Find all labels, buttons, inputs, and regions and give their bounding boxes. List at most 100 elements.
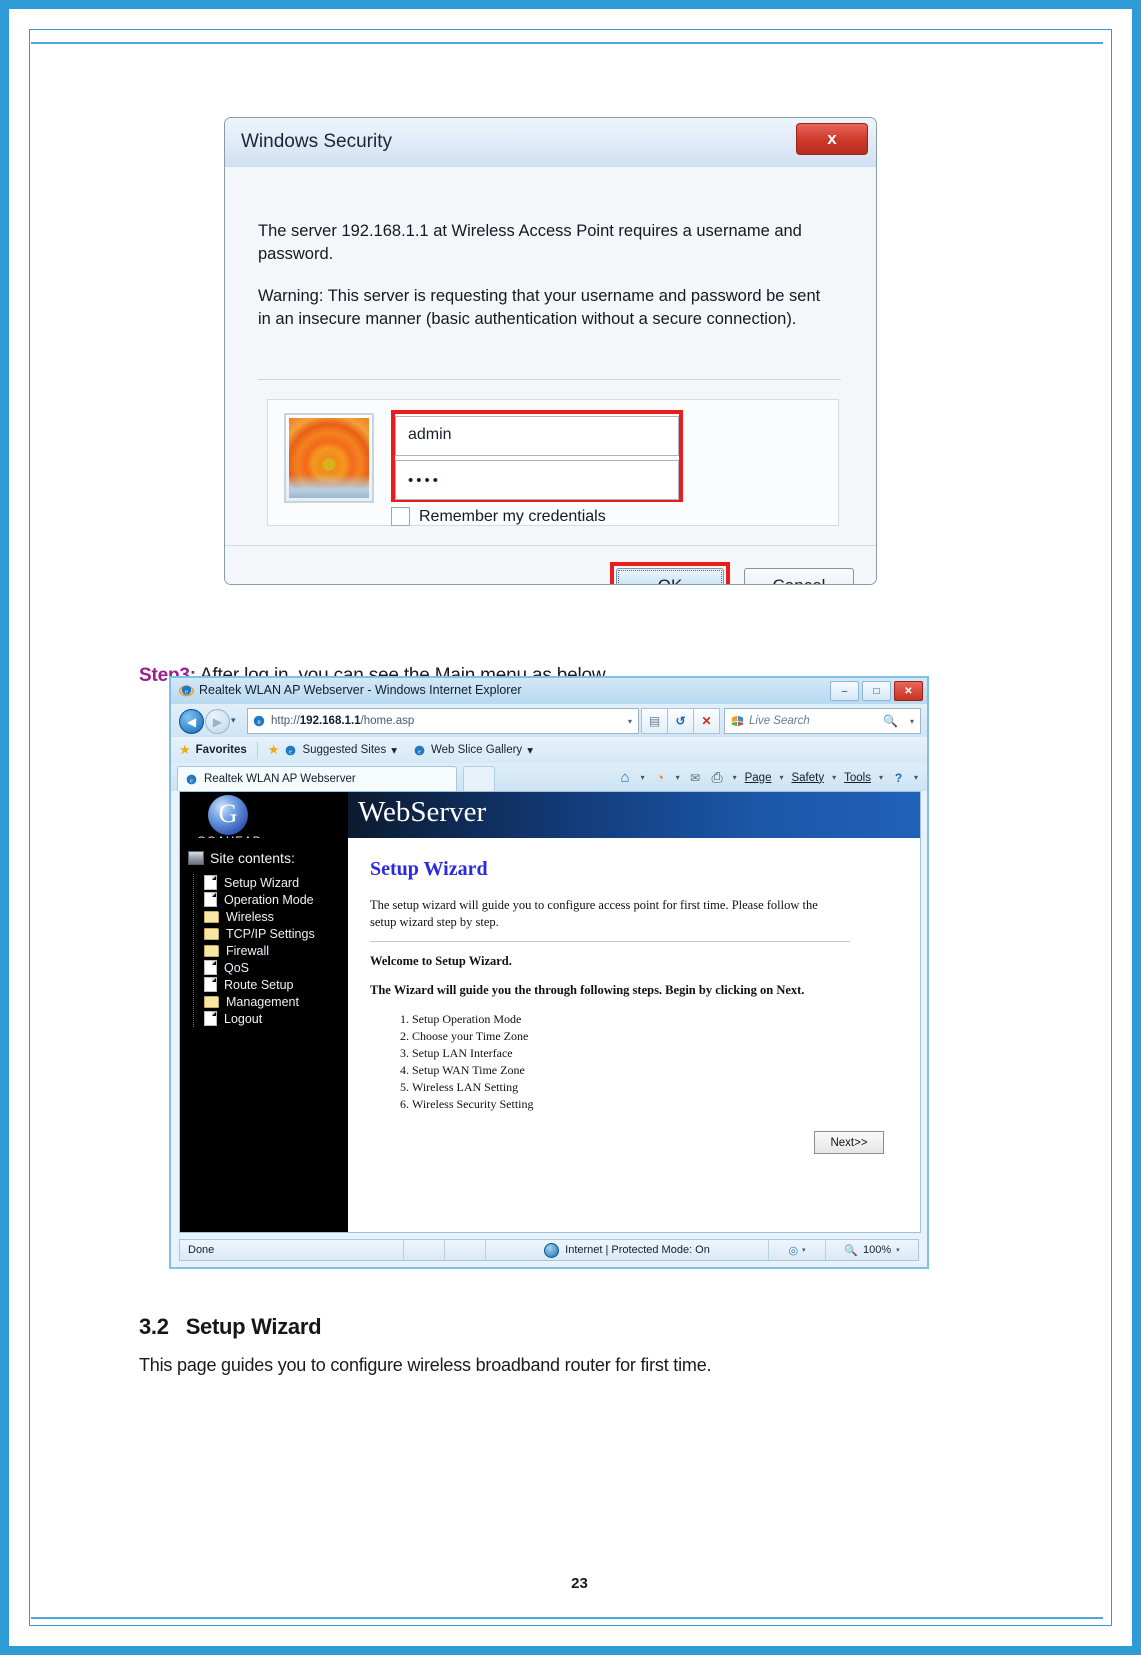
maximize-icon[interactable]: □	[862, 681, 891, 701]
list-item: Setup LAN Interface	[412, 1046, 898, 1061]
user-avatar-icon	[284, 413, 374, 503]
sidebar-item-management[interactable]: Management	[204, 993, 348, 1010]
ok-button[interactable]: OK	[616, 568, 724, 584]
ie-small-icon: e	[414, 745, 425, 755]
chevron-down-icon[interactable]: ▾	[391, 743, 397, 757]
svg-text:e: e	[190, 777, 193, 784]
close-icon[interactable]: ✕	[894, 681, 923, 701]
page-chevron-down-icon[interactable]: ▾	[776, 773, 786, 782]
browser-navigation-bar: ◀ ▶ ▾ e http://192.168.1.1/home.asp ▾ ▤ …	[171, 704, 927, 737]
stop-icon[interactable]: ✕	[693, 708, 720, 734]
suggested-sites-button[interactable]: ★ e Suggested Sites ▾	[260, 742, 405, 758]
sidebar-item-route-setup[interactable]: Route Setup	[204, 976, 348, 993]
protected-mode-indicator[interactable]: ◎ ▾	[769, 1244, 825, 1257]
shield-icon: ◎	[788, 1244, 799, 1257]
chevron-down-icon[interactable]: ▾	[896, 1246, 900, 1254]
sidebar-item-label: Management	[226, 994, 299, 1009]
sidebar-item-logout[interactable]: Logout	[204, 1010, 348, 1027]
sidebar-tree: Setup Wizard Operation Mode Wireless TCP…	[193, 874, 348, 1027]
feeds-chevron-down-icon[interactable]: ▾	[673, 773, 683, 782]
chevron-down-icon[interactable]: ▾	[527, 743, 533, 757]
back-icon[interactable]: ◀	[179, 709, 204, 734]
sidebar-item-label: Logout	[224, 1011, 263, 1026]
search-icon[interactable]: 🔍	[883, 714, 898, 728]
help-chevron-down-icon[interactable]: ▾	[911, 773, 921, 782]
dialog-message-line2: Warning: This server is requesting that …	[258, 286, 821, 329]
safety-chevron-down-icon[interactable]: ▾	[829, 773, 839, 782]
search-input[interactable]: Live Search 🔍 ▾	[724, 708, 921, 734]
ok-highlight-box: OK	[610, 562, 730, 584]
sidebar-item-firewall[interactable]: Firewall	[204, 942, 348, 959]
dialog-body: The server 192.168.1.1 at Wireless Acces…	[225, 167, 876, 584]
print-chevron-down-icon[interactable]: ▾	[730, 773, 740, 782]
home-icon[interactable]: ⌂	[616, 768, 635, 787]
dialog-title-bar: Windows Security x	[225, 118, 876, 168]
sidebar-item-qos[interactable]: QoS	[204, 959, 348, 976]
help-icon[interactable]: ?	[889, 768, 908, 787]
username-input[interactable]: admin	[395, 416, 679, 456]
address-chevron-down-icon[interactable]: ▾	[628, 717, 632, 726]
sidebar-item-label: QoS	[224, 960, 250, 975]
folder-icon	[204, 944, 219, 957]
setup-wizard-guide: The Wizard will guide you the through fo…	[370, 982, 805, 997]
section-title: Setup Wizard	[185, 1314, 322, 1339]
password-input[interactable]: ••••	[395, 460, 679, 500]
dialog-message: The server 192.168.1.1 at Wireless Acces…	[258, 220, 833, 350]
section-number: 3.2	[139, 1314, 169, 1339]
web-slice-gallery-button[interactable]: e Web Slice Gallery ▾	[405, 743, 541, 757]
status-divider	[403, 1240, 404, 1260]
sidebar-item-operation-mode[interactable]: Operation Mode	[204, 891, 348, 908]
recent-pages-chevron-icon[interactable]: ▾	[231, 715, 236, 726]
sidebar-item-wireless[interactable]: Wireless	[204, 908, 348, 925]
home-chevron-down-icon[interactable]: ▾	[638, 773, 648, 782]
browser-status-bar: Done Internet | Protected Mode: On ◎ ▾ 🔍…	[179, 1239, 919, 1261]
safety-menu[interactable]: Safety	[789, 772, 826, 784]
address-text: http://192.168.1.1/home.asp	[271, 715, 414, 727]
footer-rule	[31, 1617, 1103, 1619]
tools-chevron-down-icon[interactable]: ▾	[876, 773, 886, 782]
setup-wizard-welcome: Welcome to Setup Wizard.	[370, 953, 512, 968]
feeds-icon[interactable]: ◔	[651, 768, 670, 787]
content-divider	[370, 940, 850, 942]
close-icon[interactable]: x	[796, 123, 868, 155]
tools-menu[interactable]: Tools	[842, 772, 873, 784]
remember-checkbox[interactable]	[391, 507, 410, 526]
new-tab-button[interactable]	[463, 766, 495, 792]
security-zone[interactable]: Internet | Protected Mode: On	[486, 1242, 768, 1258]
forward-icon[interactable]: ▶	[205, 709, 230, 734]
favorites-button[interactable]: ★ Favorites	[171, 742, 255, 758]
dialog-divider	[258, 379, 841, 380]
cancel-button[interactable]: Cancel	[744, 568, 854, 584]
zoom-control[interactable]: 🔍 100% ▾	[826, 1244, 918, 1257]
search-chevron-down-icon[interactable]: ▾	[910, 717, 914, 726]
remember-credentials-row[interactable]: Remember my credentials	[391, 507, 606, 526]
compatibility-view-icon[interactable]: ▤	[641, 708, 668, 734]
sidebar-item-tcpip-settings[interactable]: TCP/IP Settings	[204, 925, 348, 942]
webserver-header: G GOAHEAD WebServer	[180, 792, 920, 848]
address-bar[interactable]: e http://192.168.1.1/home.asp ▾	[247, 708, 639, 734]
page-title: Setup Wizard	[370, 858, 488, 880]
header-rule	[31, 42, 1103, 44]
goahead-logo-glyph: G	[218, 799, 238, 828]
sidebar-item-label: Operation Mode	[224, 892, 314, 907]
list-item: Choose your Time Zone	[412, 1029, 898, 1044]
print-icon[interactable]: ⎙	[708, 768, 727, 787]
tree-connector-line	[193, 874, 194, 1027]
security-zone-label: Internet | Protected Mode: On	[565, 1244, 710, 1256]
sidebar-item-setup-wizard[interactable]: Setup Wizard	[204, 874, 348, 891]
tab-realtek-webserver[interactable]: e Realtek WLAN AP Webserver	[177, 766, 457, 791]
web-slice-label: Web Slice Gallery	[431, 744, 523, 756]
next-button[interactable]: Next>>	[814, 1131, 884, 1154]
document-icon	[204, 892, 217, 907]
chevron-down-icon[interactable]: ▾	[802, 1246, 806, 1254]
ie-logo-icon: e	[179, 685, 194, 697]
star-icon: ★	[179, 742, 191, 757]
document-icon	[204, 1011, 217, 1026]
mail-icon[interactable]: ✉	[686, 768, 705, 787]
page-number: 23	[571, 1575, 588, 1592]
minimize-icon[interactable]: –	[830, 681, 859, 701]
svg-text:e: e	[257, 718, 260, 726]
page-menu[interactable]: Page	[743, 772, 774, 784]
search-placeholder: Live Search	[749, 715, 810, 727]
refresh-icon[interactable]: ↺	[667, 708, 694, 734]
